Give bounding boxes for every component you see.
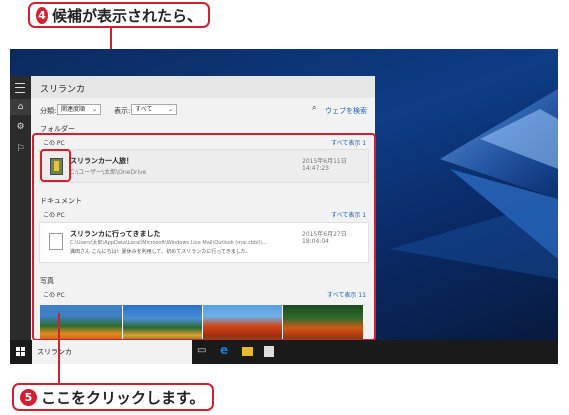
home-icon[interactable]: ⌂	[10, 99, 31, 115]
task-view-icon[interactable]: ▭	[197, 345, 206, 356]
sort-label: 分類:	[40, 107, 57, 115]
start-rail: ⌂ ⚙ ⚐	[10, 76, 31, 340]
web-search-link[interactable]: ウェブを検索	[325, 106, 367, 116]
folder-icon-highlight	[40, 149, 71, 182]
menu-icon[interactable]	[15, 83, 25, 93]
chevron-down-icon: ⌄	[167, 106, 173, 113]
start-icon[interactable]	[16, 347, 26, 357]
store-icon[interactable]	[264, 346, 274, 357]
step-number-badge: 5	[20, 388, 37, 406]
callout-step-5: 5 ここをクリックします。	[12, 383, 214, 411]
step-number-badge: 4	[36, 6, 48, 24]
desktop-screen: ⌂ ⚙ ⚐ スリランカ 分類: 関連度順 ⌄ 表示: すべて ⌄ ⌕ ウェブを検索 …	[10, 49, 558, 364]
settings-icon[interactable]: ⚙	[10, 122, 31, 136]
callout-step-4: 4 候補が表示されたら、	[28, 2, 210, 28]
show-dropdown[interactable]: すべて ⌄	[131, 104, 177, 115]
taskbar-search-text: スリランカ	[37, 348, 72, 356]
search-icon: ⌕	[312, 103, 317, 112]
taskbar: スリランカ ▭ e	[10, 340, 558, 364]
chevron-down-icon: ⌄	[91, 106, 97, 113]
taskbar-search-box[interactable]: スリランカ	[32, 340, 192, 364]
feedback-icon[interactable]: ⚐	[10, 144, 31, 158]
callout-leader-line	[58, 313, 60, 383]
panel-header: スリランカ	[31, 76, 375, 98]
show-label: 表示:	[114, 107, 131, 115]
edge-icon[interactable]: e	[220, 343, 228, 357]
callout-text: ここをクリックします。	[41, 388, 205, 407]
file-explorer-icon[interactable]	[242, 347, 253, 356]
search-query-title: スリランカ	[40, 85, 86, 95]
results-highlight-frame	[32, 133, 376, 341]
sort-dropdown[interactable]: 関連度順 ⌄	[57, 104, 101, 115]
callout-text: 候補が表示されたら、	[51, 6, 202, 25]
